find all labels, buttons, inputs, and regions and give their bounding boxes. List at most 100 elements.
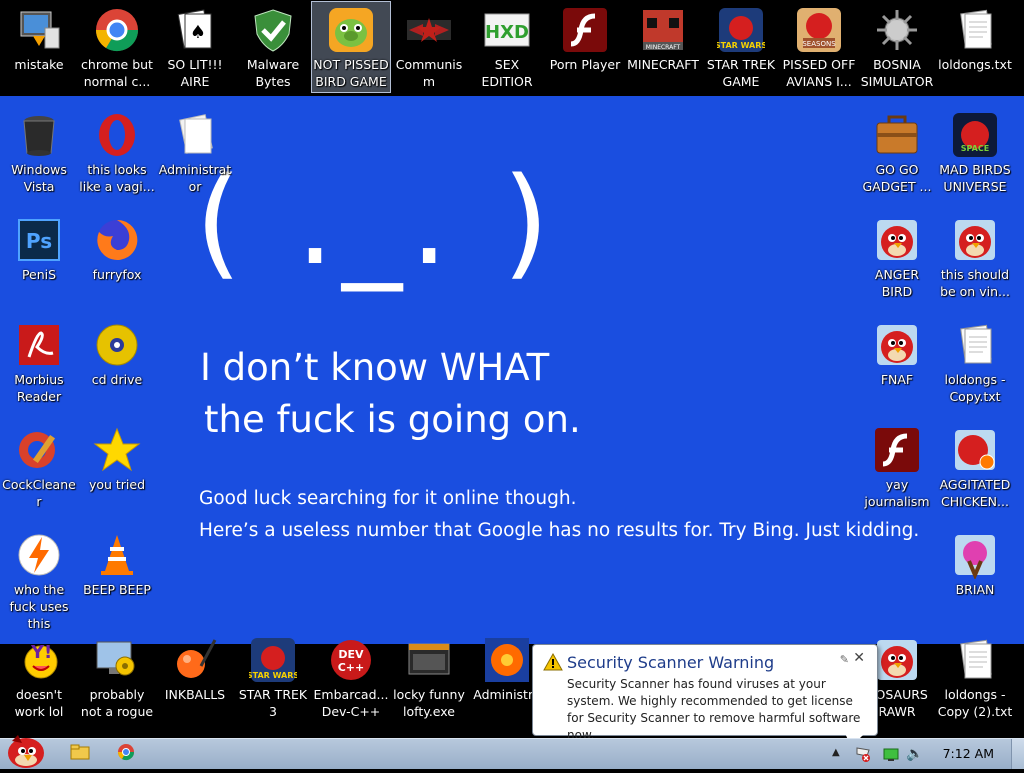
close-icon[interactable]: ✕: [853, 650, 865, 666]
desktop-shortcut[interactable]: BOSNIA SIMULATOR: [858, 2, 936, 92]
desktop-shortcut[interactable]: STAR WARS STAR TREK GAME: [702, 2, 780, 92]
desktop-shortcut-label: STAR TREK 3: [238, 687, 308, 719]
pin-icon[interactable]: ✎: [840, 653, 849, 666]
warning-icon: [543, 652, 563, 675]
desktop-shortcut[interactable]: cd drive: [78, 317, 156, 407]
desktop-shortcut[interactable]: furryfox: [78, 212, 156, 302]
svg-text:C++: C++: [338, 661, 365, 674]
computer-install-icon: [15, 6, 63, 54]
desktop-shortcut[interactable]: locky funny lofty.exe: [390, 632, 468, 722]
orange-flower-icon: [483, 636, 531, 684]
desktop-shortcut-label: cd drive: [91, 372, 143, 387]
desktop-shortcut[interactable]: ♠ SO LIT!!! AIRE: [156, 2, 234, 92]
desktop-shortcut-label: Porn Player: [549, 57, 621, 72]
desktop-shortcut[interactable]: BRIAN: [936, 527, 1014, 617]
desktop-shortcut[interactable]: Malware Bytes: [234, 2, 312, 92]
show-desktop-button[interactable]: [1011, 739, 1024, 769]
security-flag-icon[interactable]: [855, 746, 871, 766]
desktop-shortcut[interactable]: FNAF: [858, 317, 936, 407]
svg-text:DEV: DEV: [338, 648, 364, 661]
desktop-shortcut-label: doesn't work lol: [14, 687, 64, 719]
desktop-shortcut[interactable]: you tried: [78, 422, 156, 512]
taskbar-clock[interactable]: 7:12 AM: [943, 746, 994, 761]
desktop-shortcut[interactable]: MINECRAFT MINECRAFT: [624, 2, 702, 92]
desktop-shortcut-label: STAR TREK GAME: [706, 57, 776, 89]
desktop-shortcut[interactable]: Morbius Reader: [0, 317, 78, 407]
desktop-shortcut-label: loldongs.txt: [938, 57, 1012, 72]
desktop-shortcut[interactable]: loldongs - Copy (2).txt: [936, 632, 1014, 722]
desktop-shortcut[interactable]: SEASONS PISSED OFF AVIANS I...: [780, 2, 858, 92]
red-bird-icon: [951, 216, 999, 264]
desktop-shortcut[interactable]: AGGITATED CHICKEN...: [936, 422, 1014, 512]
desktop-shortcut[interactable]: yay journalism: [858, 422, 936, 512]
desktop-shortcut-label: locky funny lofty.exe: [393, 687, 465, 719]
flash-player-icon: [873, 426, 921, 474]
desktop-shortcut-label: MINECRAFT: [627, 57, 699, 72]
angry-birds-seasons-icon: SEASONS: [795, 6, 843, 54]
desktop[interactable]: ( ._. ) I don’t know WHAT the fuck is go…: [0, 0, 1024, 747]
red-bird-icon: [873, 321, 921, 369]
show-hidden-arrow-icon[interactable]: ▲: [832, 747, 840, 758]
red-bird-icon: [873, 216, 921, 264]
desktop-shortcut-label: BOSNIA SIMULATOR: [860, 57, 934, 89]
desktop-shortcut[interactable]: SPACE MAD BIRDS UNIVERSE: [936, 107, 1014, 197]
desktop-shortcut-label: furryfox: [92, 267, 142, 282]
inkball-icon: [171, 636, 219, 684]
desktop-shortcut[interactable]: Y! doesn't work lol: [0, 632, 78, 722]
chrome-taskbar-button[interactable]: [114, 743, 138, 765]
desktop-shortcut[interactable]: this should be on vin...: [936, 212, 1014, 302]
desktop-shortcut[interactable]: loldongs - Copy.txt: [936, 317, 1014, 407]
green-pig-game-icon: [327, 6, 375, 54]
start-button[interactable]: [2, 733, 46, 769]
desktop-shortcut[interactable]: Communism: [390, 2, 468, 92]
traffic-cone-icon: [93, 531, 141, 579]
yahoo-messenger-icon: Y!: [15, 636, 63, 684]
svg-text:STAR WARS: STAR WARS: [717, 41, 765, 50]
desktop-shortcut[interactable]: this looks like a vagi...: [78, 107, 156, 197]
desktop-shortcut-label: Morbius Reader: [14, 372, 64, 404]
desktop-shortcut[interactable]: ANGER BIRD: [858, 212, 936, 302]
svg-text:♠: ♠: [190, 22, 206, 43]
desktop-shortcut[interactable]: Porn Player: [546, 2, 624, 92]
desktop-shortcut[interactable]: GO GO GADGET ...: [858, 107, 936, 197]
desktop-shortcut[interactable]: NOT PISSED BIRD GAME: [311, 1, 391, 93]
volume-icon[interactable]: 🔈: [906, 746, 923, 762]
desktop-shortcut-label: SEX EDITIOR: [481, 57, 533, 89]
desktop-shortcut[interactable]: DEV C++ Embarcad... Dev-C++: [312, 632, 390, 722]
desktop-shortcut[interactable]: loldongs.txt: [936, 2, 1014, 92]
desktop-shortcut[interactable]: BEEP BEEP: [78, 527, 156, 617]
desktop-shortcut[interactable]: probably not a rogue: [78, 632, 156, 722]
desktop-shortcut[interactable]: Ps PeniS: [0, 212, 78, 302]
desktop-shortcut-label: this looks like a vagi...: [79, 162, 155, 194]
desktop-shortcut-label: PISSED OFF AVIANS I...: [782, 57, 856, 89]
hxd-editor-icon: HXD: [483, 6, 531, 54]
bsod-line-3: Good luck searching for it online though…: [199, 488, 577, 509]
angry-birds-space-icon: SPACE: [951, 111, 999, 159]
desktop-shortcut[interactable]: Windows Vista: [0, 107, 78, 197]
desktop-shortcut-label: Windows Vista: [11, 162, 67, 194]
balloon-message: Security Scanner has found viruses at yo…: [567, 677, 861, 742]
network-icon[interactable]: [883, 747, 899, 766]
desktop-shortcut[interactable]: who the fuck uses this: [0, 527, 78, 631]
desktop-shortcut[interactable]: CockCleaner: [0, 422, 78, 512]
desktop-shortcut-label: who the fuck uses this: [9, 582, 69, 631]
explorer-taskbar-button[interactable]: [68, 743, 92, 765]
desktop-shortcut-label: PeniS: [21, 267, 57, 282]
desktop-shortcut[interactable]: INKBALLS: [156, 632, 234, 722]
svg-text:Y!: Y!: [30, 642, 52, 663]
svg-text:HXD: HXD: [485, 22, 529, 43]
text-document-icon: [951, 636, 999, 684]
desktop-shortcut[interactable]: chrome but normal c...: [78, 2, 156, 92]
red-bird-icon: [873, 636, 921, 684]
desktop-shortcut[interactable]: mistake: [0, 2, 78, 92]
desktop-shortcut-label: loldongs - Copy (2).txt: [937, 687, 1013, 719]
desktop-shortcut-label: probably not a rogue: [80, 687, 154, 719]
desktop-shortcut[interactable]: Administrator: [156, 107, 234, 197]
desktop-shortcut[interactable]: STAR WARS STAR TREK 3: [234, 632, 312, 722]
bolt-circle-icon: [15, 531, 63, 579]
desktop-shortcut-label: you tried: [88, 477, 146, 492]
desktop-shortcut[interactable]: HXD SEX EDITIOR: [468, 2, 546, 92]
desktop-shortcut-label: BEEP BEEP: [83, 582, 151, 597]
slingshot-bird-icon: [951, 531, 999, 581]
security-warning-balloon[interactable]: Security Scanner Warning ✎ ✕ Security Sc…: [532, 644, 878, 747]
